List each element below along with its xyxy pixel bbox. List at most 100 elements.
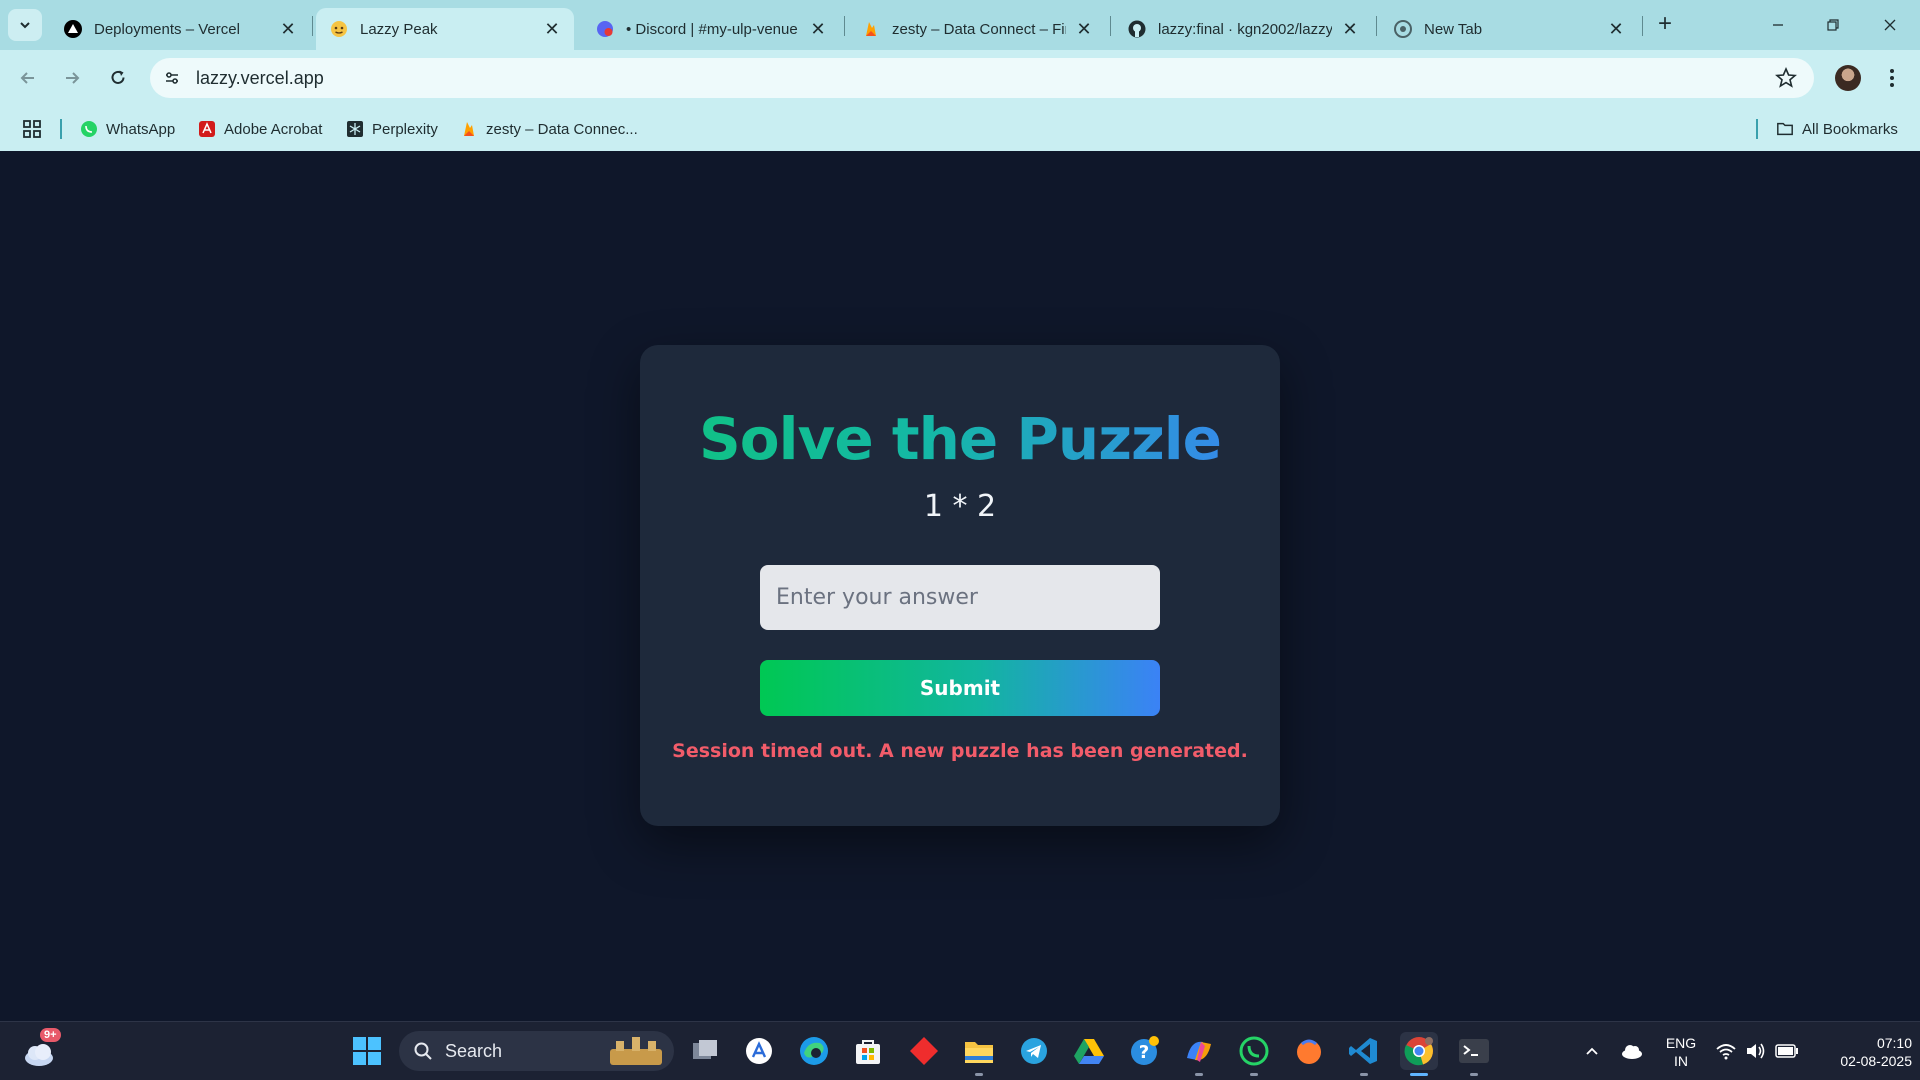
- minimize-button[interactable]: [1758, 10, 1798, 40]
- restore-icon: [1827, 19, 1839, 31]
- taskbar-copilot[interactable]: [1180, 1032, 1218, 1076]
- tab-discord[interactable]: • Discord | #my-ulp-venue ✕: [582, 8, 840, 50]
- wifi-button[interactable]: [1712, 1032, 1740, 1070]
- address-bar[interactable]: lazzy.vercel.app: [150, 58, 1814, 98]
- apps-button[interactable]: [22, 118, 42, 140]
- url-text[interactable]: lazzy.vercel.app: [196, 68, 324, 89]
- clock-date: 02-08-2025: [1840, 1053, 1912, 1069]
- more-vert-icon: [1890, 69, 1894, 87]
- menu-button[interactable]: [1880, 64, 1904, 92]
- tab-divider: [312, 16, 313, 36]
- status-message: Session timed out. A new puzzle has been…: [672, 740, 1248, 762]
- vscode-icon: [1349, 1038, 1377, 1064]
- taskbar-chrome[interactable]: [1400, 1032, 1438, 1076]
- tab-github[interactable]: lazzy:final · kgn2002/lazzy ✕: [1114, 8, 1372, 50]
- taskbar-search[interactable]: Search: [399, 1031, 674, 1071]
- apps-grid-icon: [23, 120, 41, 138]
- firebase-icon: [460, 120, 478, 138]
- bookmark-label: Adobe Acrobat: [224, 120, 323, 138]
- close-icon[interactable]: ✕: [278, 19, 298, 39]
- volume-icon: [1747, 1043, 1765, 1059]
- browser-toolbar: lazzy.vercel.app: [0, 50, 1920, 107]
- help-icon: ?: [1131, 1036, 1159, 1065]
- language-indicator[interactable]: ENG IN: [1656, 1034, 1706, 1070]
- clock-time: 07:10: [1876, 1035, 1912, 1051]
- volume-button[interactable]: [1742, 1032, 1770, 1070]
- submit-button[interactable]: Submit: [760, 660, 1160, 716]
- new-tab-button[interactable]: +: [1652, 12, 1678, 38]
- app-icon: [746, 1038, 772, 1064]
- restore-button[interactable]: [1813, 10, 1853, 40]
- tab-lazzy-peak[interactable]: Lazzy Peak ✕: [316, 8, 574, 50]
- tab-search-button[interactable]: [8, 9, 42, 41]
- cloud-icon: [1622, 1045, 1642, 1059]
- search-label: Search: [445, 1041, 503, 1061]
- search-highlight-icon: [610, 1037, 662, 1065]
- bookmark-adobe-acrobat[interactable]: Adobe Acrobat: [198, 118, 322, 140]
- forward-button[interactable]: [54, 60, 90, 96]
- battery-button[interactable]: [1772, 1032, 1802, 1070]
- start-button[interactable]: [348, 1032, 386, 1070]
- bookmark-star-icon[interactable]: [1774, 66, 1798, 90]
- discord-icon: [596, 20, 614, 38]
- tab-strip: Deployments – Vercel ✕ Lazzy Peak ✕ • Di…: [0, 0, 1920, 50]
- taskbar-help[interactable]: ?: [1125, 1032, 1163, 1070]
- tab-deployments[interactable]: Deployments – Vercel ✕: [50, 8, 310, 50]
- close-window-button[interactable]: [1870, 10, 1910, 40]
- close-icon[interactable]: ✕: [1606, 19, 1626, 39]
- taskbar-vscode[interactable]: [1345, 1032, 1383, 1076]
- taskbar-app-red[interactable]: [905, 1032, 943, 1070]
- taskbar-store[interactable]: [849, 1032, 887, 1070]
- bookmarks-bar: WhatsApp Adobe Acrobat Perplexity zesty …: [0, 107, 1920, 151]
- close-icon[interactable]: ✕: [808, 19, 828, 39]
- tab-new-tab[interactable]: New Tab ✕: [1380, 8, 1638, 50]
- puzzle-card: Solve the Puzzle 1 * 2 Submit Session ti…: [640, 345, 1280, 826]
- taskbar-app-orange[interactable]: [1290, 1032, 1328, 1070]
- tab-divider: [1642, 16, 1643, 36]
- bookmark-label: zesty – Data Connec...: [486, 120, 638, 138]
- close-icon[interactable]: ✕: [1340, 19, 1360, 39]
- task-view-button[interactable]: [686, 1032, 724, 1070]
- page-title: Solve the Puzzle: [640, 405, 1280, 473]
- close-icon[interactable]: ✕: [542, 19, 562, 39]
- copilot-icon: [1187, 1041, 1211, 1062]
- close-icon[interactable]: ✕: [1074, 19, 1094, 39]
- bookmark-perplexity[interactable]: Perplexity: [346, 118, 438, 140]
- arrow-right-icon: [66, 72, 80, 84]
- clock[interactable]: 07:10 02-08-2025: [1812, 1034, 1912, 1070]
- show-hidden-icons-button[interactable]: [1574, 1032, 1610, 1070]
- site-info-button[interactable]: [158, 64, 186, 92]
- vercel-icon: [64, 20, 82, 38]
- profile-avatar[interactable]: [1835, 65, 1861, 91]
- taskbar-edge[interactable]: [795, 1032, 833, 1070]
- bookmark-zesty[interactable]: zesty – Data Connec...: [460, 118, 638, 140]
- battery-icon: [1775, 1044, 1798, 1058]
- reload-button[interactable]: [100, 60, 136, 96]
- running-indicator: [1470, 1073, 1478, 1076]
- onedrive-button[interactable]: [1614, 1032, 1650, 1070]
- whatsapp-icon: [80, 120, 98, 138]
- taskbar-terminal[interactable]: [1455, 1032, 1493, 1076]
- taskbar-whatsapp[interactable]: [1235, 1032, 1273, 1076]
- tab-title: lazzy:final · kgn2002/lazzy: [1158, 20, 1332, 38]
- taskbar-app-launcher[interactable]: [740, 1032, 778, 1070]
- svg-text:?: ?: [1139, 1042, 1149, 1063]
- notification-badge: 9+: [40, 1028, 61, 1042]
- all-bookmarks-button[interactable]: All Bookmarks: [1776, 118, 1898, 140]
- search-icon: [414, 1042, 432, 1060]
- telegram-icon: [1021, 1038, 1047, 1064]
- back-button[interactable]: [10, 60, 46, 96]
- minimize-icon: [1773, 24, 1783, 26]
- taskbar-file-explorer[interactable]: [960, 1032, 998, 1076]
- answer-input[interactable]: [760, 565, 1160, 630]
- tab-title: Deployments – Vercel: [94, 20, 240, 38]
- folder-icon: [965, 1042, 993, 1063]
- taskbar-google-drive[interactable]: [1070, 1032, 1108, 1070]
- bookmark-label: Perplexity: [372, 120, 438, 138]
- browser-chrome: Deployments – Vercel ✕ Lazzy Peak ✕ • Di…: [0, 0, 1920, 151]
- taskbar-telegram[interactable]: [1015, 1032, 1053, 1070]
- weather-widget[interactable]: 9+: [20, 1028, 61, 1070]
- bookmark-whatsapp[interactable]: WhatsApp: [80, 118, 175, 140]
- page-viewport: Solve the Puzzle 1 * 2 Submit Session ti…: [0, 151, 1920, 1021]
- tab-firebase[interactable]: zesty – Data Connect – Fire ✕: [848, 8, 1106, 50]
